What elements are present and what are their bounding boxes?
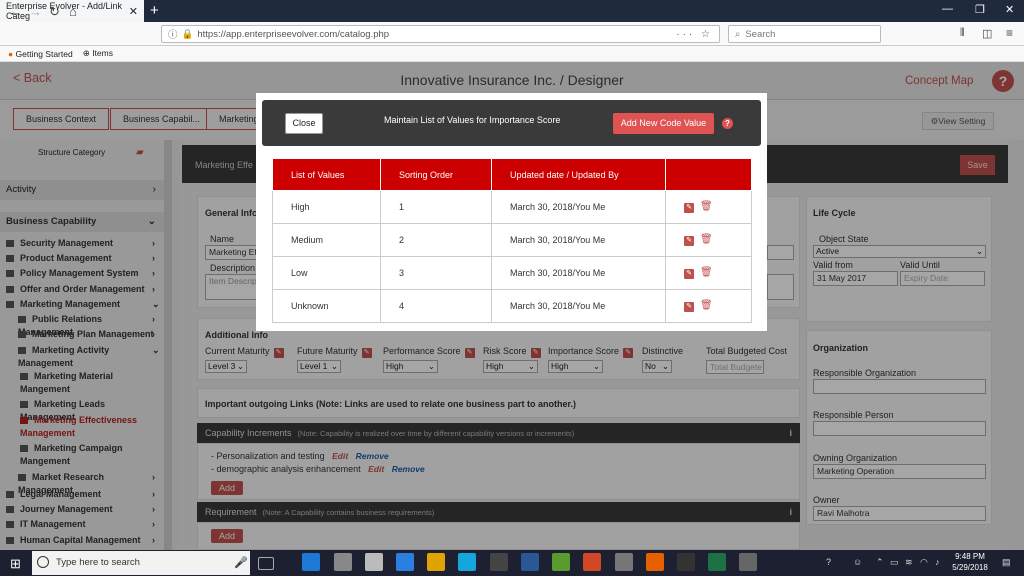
table-cell: Medium: [272, 223, 381, 257]
row-actions: ✎ 🗑: [665, 256, 752, 290]
table-row: Unknown 4 March 30, 2018/You Me ✎ 🗑: [272, 289, 752, 323]
table-cell: 1: [380, 190, 492, 224]
edit-pencil-icon[interactable]: ✎: [684, 302, 694, 312]
bookmarks-bar: ● Getting Started ⊕ Items: [0, 46, 1024, 62]
row-actions: ✎ 🗑: [665, 190, 752, 224]
sidebar-toggle-icon[interactable]: ◫: [982, 27, 992, 40]
menu-icon[interactable]: ≡: [1006, 26, 1013, 40]
search-icon: ⌕: [735, 28, 741, 40]
powerpoint-icon[interactable]: [583, 553, 601, 571]
table-cell: 2: [380, 223, 492, 257]
row-actions: ✎ 🗑: [665, 289, 752, 323]
table-cell: High: [272, 190, 381, 224]
firefox-icon[interactable]: [646, 553, 664, 571]
url-bar[interactable]: ⓘ 🔒 https://app.enterpriseevolver.com/ca…: [161, 25, 720, 43]
firefox-icon: ●: [8, 48, 14, 59]
store-icon[interactable]: [365, 553, 383, 571]
column-header: Updated date / Updated By: [491, 158, 666, 191]
people-icon[interactable]: ☺: [853, 557, 862, 567]
battery-icon[interactable]: ▭: [890, 557, 899, 568]
table-cell: March 30, 2018/You Me: [491, 223, 666, 257]
url-text: https://app.enterpriseevolver.com/catalo…: [197, 28, 390, 40]
tripadvisor-icon[interactable]: [552, 553, 570, 571]
network-icon[interactable]: ≋: [905, 557, 913, 568]
windows-start-icon[interactable]: ⊞: [10, 556, 21, 572]
window-close-icon[interactable]: ✕: [1005, 3, 1014, 16]
column-header: Sorting Order: [380, 158, 492, 191]
home-icon[interactable]: ⌂: [69, 4, 77, 19]
excel-icon[interactable]: [708, 553, 726, 571]
close-button[interactable]: Close: [285, 113, 323, 134]
lock-icon: 🔒: [181, 28, 194, 40]
table-header-row: List of Values Sorting Order Updated dat…: [272, 158, 752, 191]
list-of-values-table: List of Values Sorting Order Updated dat…: [272, 158, 752, 323]
new-tab-icon[interactable]: +: [150, 2, 159, 19]
back-arrow-icon[interactable]: ←: [9, 4, 22, 19]
skype-icon[interactable]: [458, 553, 476, 571]
notifications-icon[interactable]: ▤: [1002, 557, 1011, 568]
row-actions: ✎ 🗑: [665, 223, 752, 257]
trash-icon[interactable]: 🗑: [700, 201, 713, 212]
page-actions-icon[interactable]: ··· ☆: [676, 29, 713, 40]
clock-date: 5/29/2018: [952, 563, 988, 572]
tab-title: Enterprise Evolver - Add/Link Categ: [6, 1, 123, 21]
chrome-icon[interactable]: [427, 553, 445, 571]
task-view-icon[interactable]: [258, 557, 274, 570]
clock-time: 9:48 PM: [955, 552, 985, 561]
bookmark-getting-started[interactable]: ● Getting Started: [8, 49, 73, 59]
globe-icon: ⊕: [82, 48, 90, 58]
app-icon[interactable]: [739, 553, 757, 571]
edit-pencil-icon[interactable]: ✎: [684, 236, 694, 246]
taskbar-clock[interactable]: 9:48 PM 5/29/2018: [950, 551, 990, 573]
table-cell: Low: [272, 256, 381, 290]
microphone-icon[interactable]: 🎤: [234, 556, 248, 569]
search-placeholder: Search: [745, 28, 776, 40]
wifi-icon[interactable]: ◠: [920, 557, 928, 568]
trash-icon[interactable]: 🗑: [700, 267, 713, 278]
browser-search-input[interactable]: ⌕ Search: [728, 25, 881, 43]
edit-pencil-icon[interactable]: ✎: [684, 269, 694, 279]
minimize-icon[interactable]: —: [942, 3, 953, 15]
trash-icon[interactable]: 🗑: [700, 234, 713, 245]
edge-icon[interactable]: [302, 553, 320, 571]
edit-pencil-icon[interactable]: ✎: [684, 203, 694, 213]
table-cell: 3: [380, 256, 492, 290]
add-new-code-value-button[interactable]: Add New Code Value: [613, 113, 714, 134]
chevron-up-icon[interactable]: ⌃: [876, 557, 884, 568]
search-icon: [37, 556, 49, 568]
library-icon[interactable]: ⫴: [960, 27, 965, 40]
dropbox-icon[interactable]: [396, 553, 414, 571]
taskbar-search-input[interactable]: Type here to search: [32, 551, 250, 575]
info-icon[interactable]: ⓘ: [168, 27, 178, 41]
volume-icon[interactable]: ♪: [935, 557, 940, 567]
table-row: Medium 2 March 30, 2018/You Me ✎ 🗑: [272, 223, 752, 257]
word-icon[interactable]: [521, 553, 539, 571]
help-tray-icon[interactable]: ?: [826, 557, 831, 567]
trash-icon[interactable]: 🗑: [700, 300, 713, 311]
table-row: High 1 March 30, 2018/You Me ✎ 🗑: [272, 190, 752, 224]
table-cell: March 30, 2018/You Me: [491, 256, 666, 290]
reload-icon[interactable]: ↻: [49, 4, 60, 20]
forward-arrow-icon[interactable]: →: [29, 4, 42, 19]
table-cell: March 30, 2018/You Me: [491, 289, 666, 323]
table-cell: Unknown: [272, 289, 381, 323]
bookmark-items[interactable]: ⊕ Items: [83, 48, 113, 59]
column-header: List of Values: [272, 158, 381, 191]
database-icon[interactable]: [334, 553, 352, 571]
app-icon[interactable]: [490, 553, 508, 571]
column-header: [665, 158, 752, 191]
app-icon[interactable]: [677, 553, 695, 571]
table-cell: 4: [380, 289, 492, 323]
modal-title: Maintain List of Values for Importance S…: [384, 115, 561, 125]
help-icon[interactable]: ?: [722, 118, 733, 129]
table-cell: March 30, 2018/You Me: [491, 190, 666, 224]
restore-icon[interactable]: ❐: [975, 3, 985, 16]
amazon-icon[interactable]: [615, 553, 633, 571]
table-row: Low 3 March 30, 2018/You Me ✎ 🗑: [272, 256, 752, 290]
tab-close-icon[interactable]: ✕: [129, 5, 138, 18]
